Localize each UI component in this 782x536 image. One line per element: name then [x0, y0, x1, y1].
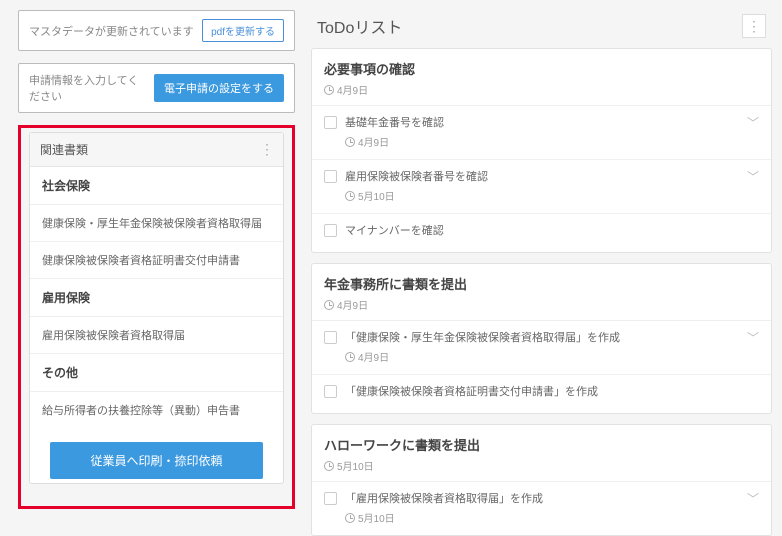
clock-icon	[324, 461, 334, 471]
clock-icon	[324, 300, 334, 310]
todo-item-text: 「健康保険・厚生年金保険被保険者資格取得届」を作成	[345, 329, 741, 345]
update-pdf-button[interactable]: pdfを更新する	[202, 19, 284, 42]
checkbox[interactable]	[324, 385, 337, 398]
todo-item-date: 4月9日	[345, 134, 741, 149]
doc-group-title: 雇用保険	[30, 279, 283, 317]
notice-text: 申請情報を入力してください	[29, 72, 146, 104]
notice-master-data: マスタデータが更新されています pdfを更新する	[18, 10, 295, 51]
clock-icon	[345, 352, 355, 362]
doc-item[interactable]: 健康保険被保険者資格証明書交付申請書	[30, 242, 283, 278]
todo-card-head: 必要事項の確認 4月9日	[312, 49, 771, 106]
todo-card: ハローワークに書類を提出5月10日「雇用保険被保険者資格取得届」を作成5月10日…	[311, 424, 772, 536]
todo-card: 必要事項の確認4月9日基礎年金番号を確認4月9日﹀雇用保険被保険者番号を確認5月…	[311, 48, 772, 253]
notice-application-info: 申請情報を入力してください 電子申請の設定をする	[18, 63, 295, 113]
panel-header: 関連書類 ⋮	[30, 133, 283, 167]
todo-item: 「健康保険被保険者資格証明書交付申請書」を作成	[312, 375, 771, 413]
todo-item: 「健康保険・厚生年金保険被保険者資格取得届」を作成 4月9日 ﹀	[312, 321, 771, 375]
related-docs-panel: 関連書類 ⋮ 社会保険健康保険・厚生年金保険被保険者資格取得届健康保険被保険者資…	[29, 132, 284, 484]
print-request-button[interactable]: 従業員へ印刷・捺印依頼	[50, 442, 263, 479]
todo-item-text: マイナンバーを確認	[345, 222, 759, 238]
chevron-down-icon[interactable]: ﹀	[747, 114, 759, 131]
doc-group-title: 社会保険	[30, 167, 283, 205]
clock-icon	[345, 191, 355, 201]
checkbox[interactable]	[324, 492, 337, 505]
doc-item[interactable]: 健康保険・厚生年金保険被保険者資格取得届	[30, 205, 283, 242]
doc-group: その他給与所得者の扶養控除等（異動）申告書	[30, 354, 283, 428]
doc-group-title: その他	[30, 354, 283, 392]
todo-item-text: 「健康保険被保険者資格証明書交付申請書」を作成	[345, 383, 759, 399]
todo-item-date: 5月10日	[345, 188, 741, 203]
panel-title: 関連書類	[40, 141, 88, 158]
todo-item: 基礎年金番号を確認 4月9日 ﹀	[312, 106, 771, 160]
todo-card-date: 5月10日	[324, 458, 759, 473]
doc-item[interactable]: 給与所得者の扶養控除等（異動）申告書	[30, 392, 283, 428]
todo-card-head: 年金事務所に書類を提出 4月9日	[312, 264, 771, 321]
chevron-down-icon[interactable]: ﹀	[747, 329, 759, 346]
checkbox[interactable]	[324, 224, 337, 237]
doc-item[interactable]: 雇用保険被保険者資格取得届	[30, 317, 283, 353]
notice-text: マスタデータが更新されています	[29, 23, 194, 39]
doc-group: 社会保険健康保険・厚生年金保険被保険者資格取得届健康保険被保険者資格証明書交付申…	[30, 167, 283, 279]
todo-item-text: 雇用保険被保険者番号を確認	[345, 168, 741, 184]
todo-card-date: 4月9日	[324, 297, 759, 312]
todo-card-title: ハローワークに書類を提出	[324, 435, 759, 454]
clock-icon	[345, 137, 355, 147]
configure-eapp-button[interactable]: 電子申請の設定をする	[154, 74, 284, 102]
todo-item-text: 「雇用保険被保険者資格取得届」を作成	[345, 490, 741, 506]
clock-icon	[345, 513, 355, 523]
todo-card-title: 必要事項の確認	[324, 59, 759, 78]
todo-item: マイナンバーを確認	[312, 214, 771, 252]
clock-icon	[324, 85, 334, 95]
related-docs-highlight: 関連書類 ⋮ 社会保険健康保険・厚生年金保険被保険者資格取得届健康保険被保険者資…	[18, 125, 295, 509]
todo-item-text: 基礎年金番号を確認	[345, 114, 741, 130]
chevron-down-icon[interactable]: ﹀	[747, 168, 759, 185]
todo-card: 年金事務所に書類を提出4月9日「健康保険・厚生年金保険被保険者資格取得届」を作成…	[311, 263, 772, 414]
todo-item: 雇用保険被保険者番号を確認 5月10日 ﹀	[312, 160, 771, 214]
checkbox[interactable]	[324, 116, 337, 129]
todo-item-date: 5月10日	[345, 510, 741, 525]
todo-card-date: 4月9日	[324, 82, 759, 97]
todo-item-date: 4月9日	[345, 349, 741, 364]
more-icon[interactable]: ⋮	[742, 14, 766, 38]
chevron-down-icon[interactable]: ﹀	[747, 490, 759, 507]
todo-card-title: 年金事務所に書類を提出	[324, 274, 759, 293]
checkbox[interactable]	[324, 170, 337, 183]
todo-card-head: ハローワークに書類を提出 5月10日	[312, 425, 771, 482]
todo-header: ToDoリスト ⋮	[311, 10, 772, 48]
more-icon[interactable]: ⋮	[260, 141, 273, 158]
checkbox[interactable]	[324, 331, 337, 344]
todo-item: 「雇用保険被保険者資格取得届」を作成 5月10日 ﹀	[312, 482, 771, 535]
todo-title: ToDoリスト	[317, 14, 402, 38]
doc-group: 雇用保険雇用保険被保険者資格取得届	[30, 279, 283, 354]
